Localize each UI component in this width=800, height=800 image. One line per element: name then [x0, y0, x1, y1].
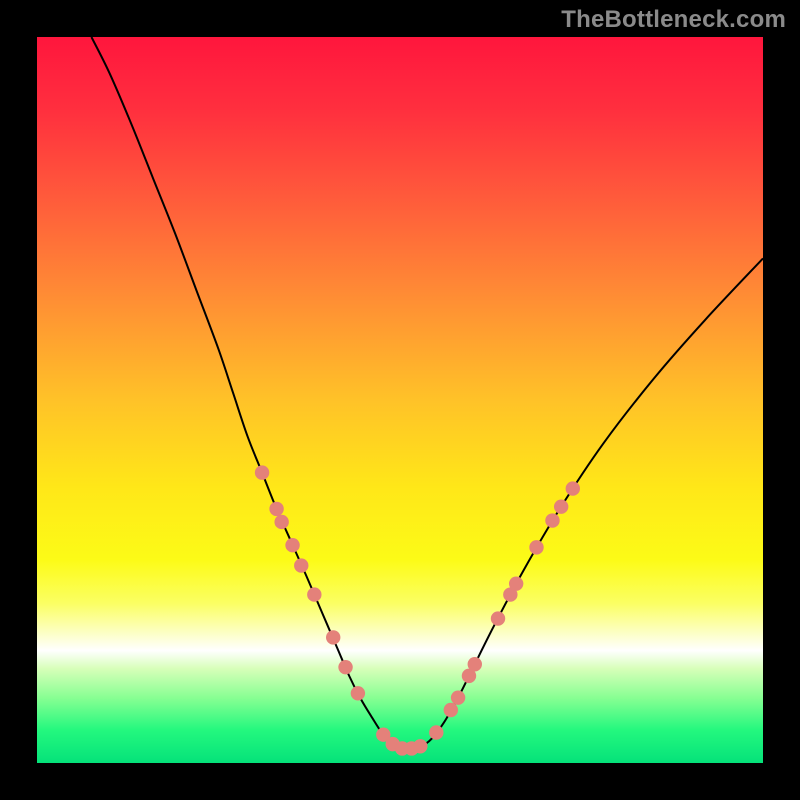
highlight-dot — [294, 558, 308, 572]
watermark-text: TheBottleneck.com — [561, 6, 786, 34]
highlight-dot — [529, 540, 543, 554]
highlight-dot — [491, 611, 505, 625]
highlight-dot — [351, 686, 365, 700]
highlight-dot — [413, 739, 427, 753]
chart-svg — [0, 0, 800, 800]
highlight-dot — [338, 660, 352, 674]
highlight-dot — [285, 538, 299, 552]
highlight-dot — [451, 690, 465, 704]
gradient-background — [37, 37, 763, 763]
highlight-dot — [509, 576, 523, 590]
highlight-dot — [444, 703, 458, 717]
highlight-dot — [566, 481, 580, 495]
highlight-dot — [255, 465, 269, 479]
highlight-dot — [269, 502, 283, 516]
highlight-dot — [274, 515, 288, 529]
highlight-dot — [307, 587, 321, 601]
chart-canvas: TheBottleneck.com — [0, 0, 800, 800]
highlight-dot — [326, 630, 340, 644]
highlight-dot — [545, 513, 559, 527]
highlight-dot — [429, 725, 443, 739]
highlight-dot — [554, 500, 568, 514]
highlight-dot — [468, 657, 482, 671]
